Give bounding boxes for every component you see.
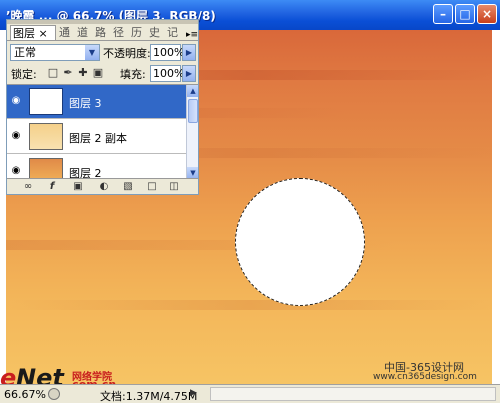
lock-transparency-icon[interactable]: □ xyxy=(47,66,59,79)
layer-list: ◉ 图层 3 ◉ 图层 2 副本 ◉ 图层 2 ▲ ▼ xyxy=(7,84,198,178)
document-size: 文档:1.37M/4.75M xyxy=(100,390,198,403)
new-group-icon[interactable]: ▧ xyxy=(121,180,135,194)
layer-row-layer-2-copy[interactable]: ◉ 图层 2 副本 xyxy=(7,120,186,154)
lock-row: 锁定: □ ✒ ✚ ▣ 填充: 100% ▶ xyxy=(7,63,198,84)
layer-thumbnail xyxy=(29,158,63,178)
tab-actions[interactable]: 路 xyxy=(95,25,106,40)
photoshop-window: ’晚霞 ... @ 66.7% (图层 3, RGB/8) – □ × 图层 ×… xyxy=(0,0,500,403)
tab-channels[interactable]: 通 xyxy=(59,25,70,40)
blend-mode-select[interactable]: 正常 ▼ xyxy=(10,44,100,61)
watermark-cn365-url: www.cn365design.com xyxy=(373,372,477,382)
zoom-level[interactable]: 66.67% xyxy=(4,388,46,401)
cloud-streak xyxy=(6,300,492,310)
layer-name: 图层 2 xyxy=(69,167,102,178)
lock-all-icon[interactable]: ▣ xyxy=(92,66,104,79)
fill-input[interactable]: 100% xyxy=(150,65,184,82)
maximize-button[interactable]: □ xyxy=(455,4,475,24)
layer-style-icon[interactable]: f xyxy=(45,180,59,194)
link-layers-icon[interactable]: ∞ xyxy=(21,180,35,194)
scroll-up-icon[interactable]: ▲ xyxy=(187,85,198,97)
layer-name: 图层 3 xyxy=(69,97,102,110)
layer-thumbnail xyxy=(29,123,63,150)
horizontal-scrollbar[interactable] xyxy=(210,387,496,401)
eye-icon[interactable]: ◉ xyxy=(9,165,23,177)
tab-history[interactable]: 历 xyxy=(131,25,142,40)
add-mask-icon[interactable]: ▣ xyxy=(71,180,85,194)
fill-label: 填充: xyxy=(120,68,146,81)
tab-layers[interactable]: 图层 × xyxy=(10,25,56,40)
status-menu-icon[interactable]: ▶ xyxy=(190,388,197,398)
layer-row-layer-3[interactable]: ◉ 图层 3 xyxy=(7,85,186,119)
panel-footer: ∞ f ▣ ◐ ▧ □ ◫ xyxy=(7,178,198,194)
status-icon[interactable] xyxy=(48,388,60,400)
new-layer-icon[interactable]: □ xyxy=(145,180,159,194)
scrollbar-thumb[interactable] xyxy=(188,99,198,123)
circle-selection[interactable] xyxy=(235,178,365,306)
tab-navigator[interactable]: 史 xyxy=(149,25,160,40)
opacity-label: 不透明度: xyxy=(103,47,151,60)
layer-list-scrollbar[interactable]: ▲ ▼ xyxy=(186,85,198,178)
adjustment-layer-icon[interactable]: ◐ xyxy=(97,180,111,194)
status-bar: 66.67% 文档:1.37M/4.75M ▶ xyxy=(0,384,500,403)
opacity-slider-button[interactable]: ▶ xyxy=(182,44,196,61)
scroll-down-icon[interactable]: ▼ xyxy=(187,167,198,178)
tab-info[interactable]: 记 xyxy=(167,25,178,40)
lock-move-icon[interactable]: ✚ xyxy=(77,66,89,79)
chevron-down-icon: ▼ xyxy=(85,45,99,60)
minimize-button[interactable]: – xyxy=(433,4,453,24)
opacity-input[interactable]: 100% xyxy=(150,44,184,61)
layer-name: 图层 2 副本 xyxy=(69,132,127,145)
lock-label: 锁定: xyxy=(11,68,37,81)
eye-icon[interactable]: ◉ xyxy=(9,130,23,142)
layer-thumbnail xyxy=(29,88,63,115)
layer-row-layer-2[interactable]: ◉ 图层 2 xyxy=(7,155,186,178)
tab-styles[interactable]: 径 xyxy=(113,25,124,40)
layers-panel: 图层 × 通 道 路 径 历 史 记 ▸≡ 正常 ▼ 不透明度: 100% ▶ … xyxy=(6,19,199,195)
tab-layers-label: 图层 xyxy=(13,27,35,40)
tab-paths[interactable]: 道 xyxy=(77,25,88,40)
fill-slider-button[interactable]: ▶ xyxy=(182,65,196,82)
blend-mode-value: 正常 xyxy=(14,46,36,59)
trash-icon[interactable]: ◫ xyxy=(167,180,181,194)
tab-close-icon[interactable]: × xyxy=(39,27,48,40)
panel-menu-icon[interactable]: ▸≡ xyxy=(186,30,198,40)
eye-icon[interactable]: ◉ xyxy=(9,95,23,107)
close-button[interactable]: × xyxy=(477,4,497,24)
panel-tabs: 图层 × 通 道 路 径 历 史 记 ▸≡ xyxy=(7,24,198,41)
blend-row: 正常 ▼ 不透明度: 100% ▶ xyxy=(7,42,198,63)
lock-paint-icon[interactable]: ✒ xyxy=(62,66,74,79)
